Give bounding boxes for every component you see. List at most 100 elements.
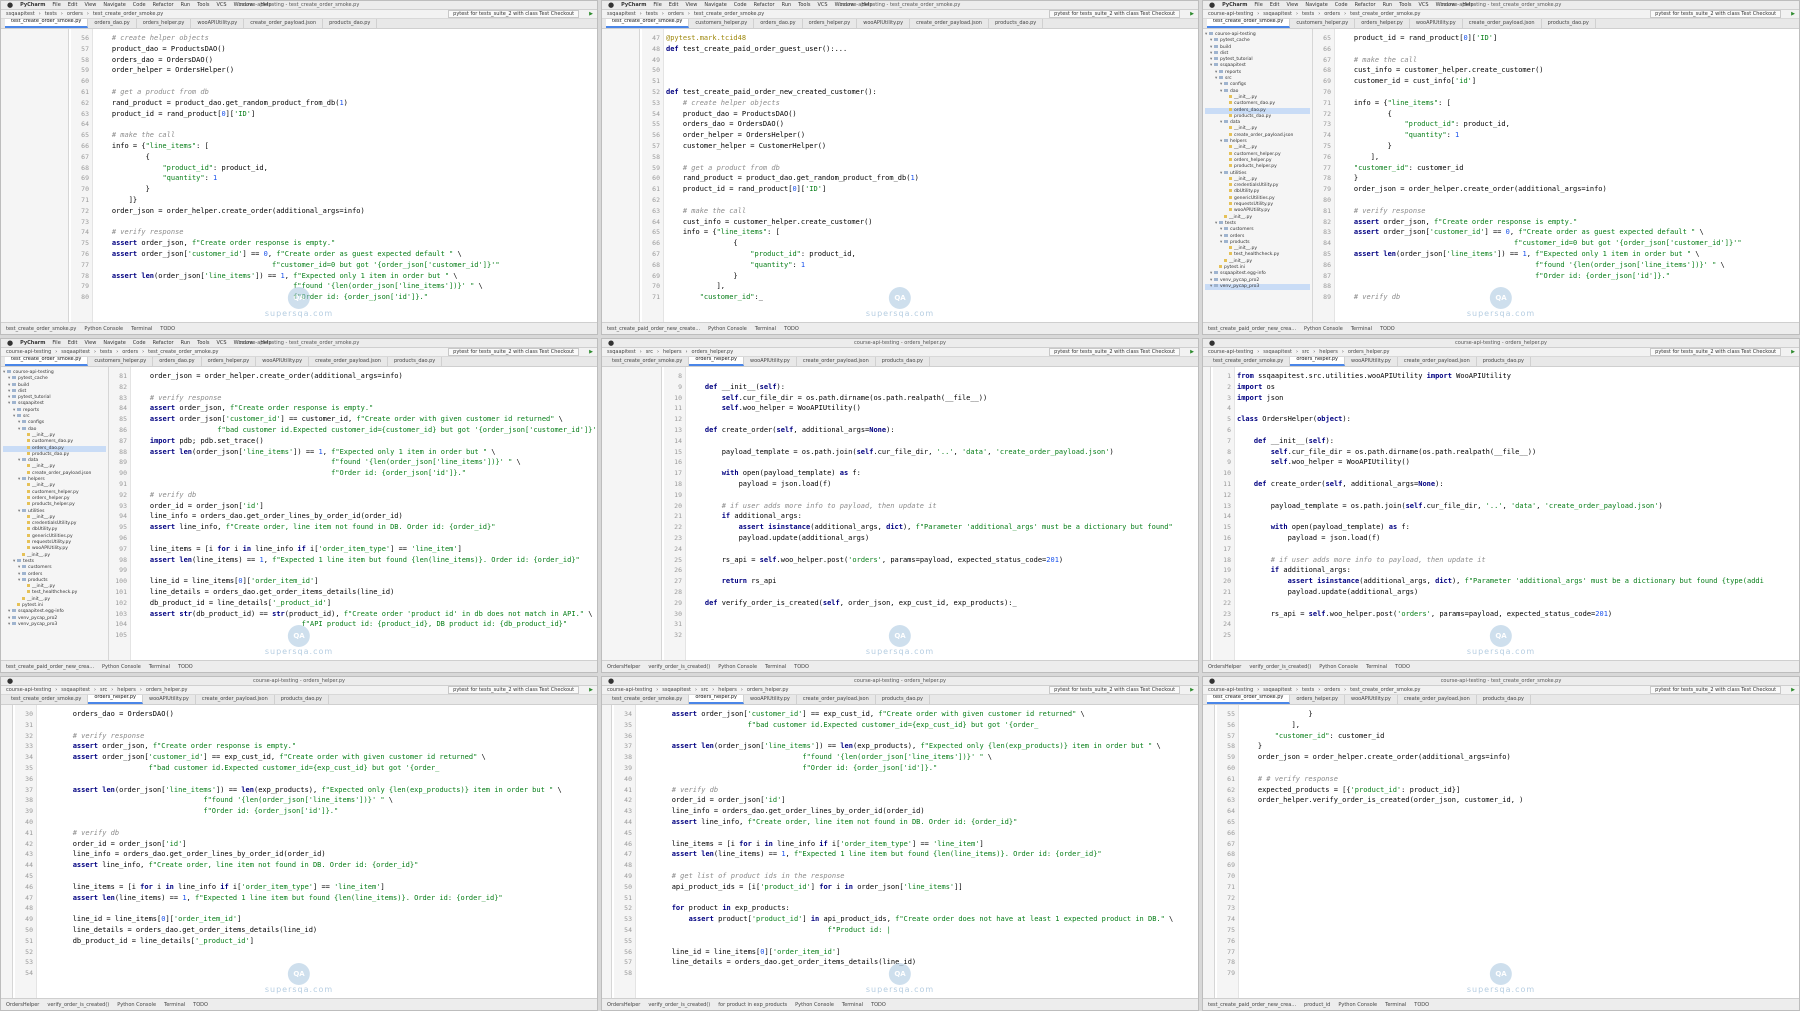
- breadcrumb-item[interactable]: tests: [1302, 11, 1314, 17]
- code-line[interactable]: line_info = orders_dao.get_order_lines_b…: [638, 806, 1198, 817]
- editor-tab[interactable]: products_dao.py: [323, 19, 378, 28]
- run-config-select[interactable]: pytest for tests_suite_2 with class Test…: [1049, 10, 1181, 18]
- code-line[interactable]: ],: [1241, 720, 1799, 731]
- status-item[interactable]: TODO: [794, 664, 809, 670]
- editor-tab[interactable]: test_create_order_smoke.py: [606, 19, 690, 28]
- code-line[interactable]: def __init__(self):: [688, 382, 1198, 393]
- menu-item[interactable]: Edit: [68, 340, 78, 346]
- code-line[interactable]: f"API product id: {product_id}, DB produ…: [133, 619, 597, 630]
- code-line[interactable]: self.cur_file_dir = os.path.dirname(os.p…: [688, 393, 1198, 404]
- run-icon[interactable]: ▶: [589, 11, 593, 17]
- status-item[interactable]: Terminal: [765, 664, 786, 670]
- breadcrumb-item[interactable]: ssqaapitest: [607, 11, 636, 17]
- run-config-select[interactable]: pytest for tests_suite_2 with class Test…: [1049, 348, 1181, 356]
- breadcrumb-item[interactable]: course-api-testing: [6, 349, 51, 355]
- breadcrumb-item[interactable]: ssqaapitest: [61, 349, 90, 355]
- status-item[interactable]: Terminal: [842, 1002, 863, 1008]
- menu-item[interactable]: Code: [734, 2, 747, 8]
- breadcrumb-item[interactable]: tests: [100, 349, 112, 355]
- apple-icon[interactable]: ●: [1209, 677, 1215, 685]
- status-item[interactable]: verify_order_is_created(): [1249, 664, 1311, 670]
- code-line[interactable]: [688, 457, 1198, 468]
- code-line[interactable]: assert len(line_items) == 1, f"Expected …: [133, 555, 597, 566]
- editor-tab[interactable]: orders_helper.py: [202, 357, 257, 366]
- code-line[interactable]: }: [95, 184, 597, 195]
- menu-item[interactable]: Navigate: [103, 2, 125, 8]
- code-line[interactable]: [1241, 882, 1799, 893]
- code-line[interactable]: {: [666, 238, 1198, 249]
- code-line[interactable]: # verify db: [39, 828, 597, 839]
- menu-item[interactable]: Navigate: [103, 340, 125, 346]
- code-line[interactable]: "quantity": 1: [95, 173, 597, 184]
- menu-item[interactable]: View: [84, 340, 96, 346]
- code-line[interactable]: # verify response: [95, 227, 597, 238]
- breadcrumb-item[interactable]: test_create_order_smoke.py: [1350, 687, 1420, 693]
- code-line[interactable]: ]}: [95, 195, 597, 206]
- code-line[interactable]: "product_id": product_id,: [95, 163, 597, 174]
- editor-tab[interactable]: wooAPIUtility.py: [143, 695, 196, 704]
- status-item[interactable]: Python Console: [708, 326, 747, 332]
- editor-tab[interactable]: wooAPIUtility.py: [744, 695, 797, 704]
- editor-tab[interactable]: test_create_order_smoke.py: [1207, 19, 1291, 28]
- code-line[interactable]: with open(payload_template) as f:: [688, 468, 1198, 479]
- code-line[interactable]: assert order_json['customer_id'] == exp_…: [638, 709, 1198, 720]
- status-item[interactable]: Terminal: [1385, 1002, 1406, 1008]
- editor-tab[interactable]: wooAPIUtility.py: [1345, 695, 1398, 704]
- editor-tab[interactable]: wooAPIUtility.py: [744, 357, 797, 366]
- code-line[interactable]: payload_template = os.path.join(self.cur…: [688, 447, 1198, 458]
- code-line[interactable]: [1237, 403, 1799, 414]
- code-line[interactable]: assert line_info, f"Create order, line i…: [638, 817, 1198, 828]
- code-line[interactable]: rs_api = self.woo_helper.post('orders', …: [688, 555, 1198, 566]
- editor-tab[interactable]: customers_helper.py: [689, 19, 755, 28]
- code-line[interactable]: assert order_json['customer_id'] == 0, f…: [95, 249, 597, 260]
- editor-tab[interactable]: create_order_payload.json: [1398, 695, 1477, 704]
- breadcrumb-item[interactable]: course-api-testing: [1208, 11, 1253, 17]
- code-line[interactable]: [39, 871, 597, 882]
- code-line[interactable]: assert len(order_json['line_items']) == …: [1337, 249, 1799, 260]
- breadcrumb-item[interactable]: ssqaapitest: [1263, 687, 1292, 693]
- code-line[interactable]: f"bad customer id.Expected customer_id={…: [39, 763, 597, 774]
- editor-tab[interactable]: products_dao.py: [1477, 695, 1532, 704]
- menu-item[interactable]: Run: [181, 340, 191, 346]
- code-line[interactable]: assert order_json['customer_id'] == cust…: [133, 414, 597, 425]
- status-item[interactable]: verify_order_is_created(): [648, 664, 710, 670]
- code-line[interactable]: orders_dao = OrdersDAO(): [666, 119, 1198, 130]
- code-line[interactable]: "quantity": 1: [666, 260, 1198, 271]
- code-line[interactable]: [666, 55, 1198, 66]
- code-line[interactable]: [1241, 936, 1799, 947]
- code-line[interactable]: line_items = [i for i in line_info if i[…: [638, 839, 1198, 850]
- code-line[interactable]: f"found '{len(order_json['line_items'])}…: [95, 281, 597, 292]
- code-line[interactable]: f"found '{len(order_json['line_items'])}…: [638, 752, 1198, 763]
- code-line[interactable]: import json: [1237, 393, 1799, 404]
- status-item[interactable]: TODO: [1395, 664, 1410, 670]
- editor-tab[interactable]: test_create_order_smoke.py: [606, 357, 690, 366]
- menu-item[interactable]: Code: [133, 340, 146, 346]
- code-line[interactable]: db_product_id = line_details['_product_i…: [133, 598, 597, 609]
- editor-tab[interactable]: test_create_order_smoke.py: [1207, 695, 1291, 704]
- menu-item[interactable]: PyCharm: [20, 340, 45, 346]
- code-line[interactable]: # # verify response: [1241, 774, 1799, 785]
- code-line[interactable]: if additional_args:: [1237, 565, 1799, 576]
- code-line[interactable]: assert len(order_json['line_items']) == …: [638, 741, 1198, 752]
- code-line[interactable]: # create helper objects: [666, 98, 1198, 109]
- editor-tab[interactable]: products_dao.py: [1542, 19, 1596, 28]
- code-editor[interactable]: assert order_json['customer_id'] == exp_…: [638, 705, 1198, 998]
- menu-item[interactable]: Refactor: [153, 340, 174, 346]
- code-line[interactable]: @pytest.mark.tcid48: [666, 33, 1198, 44]
- run-icon[interactable]: ▶: [1190, 687, 1194, 693]
- menu-item[interactable]: VCS: [217, 2, 227, 8]
- editor-tab[interactable]: test_create_order_smoke.py: [5, 695, 89, 704]
- code-line[interactable]: def test_create_paid_order_new_created_c…: [666, 87, 1198, 98]
- menu-item[interactable]: View: [1286, 2, 1298, 8]
- editor-tab[interactable]: create_order_payload.json: [797, 695, 876, 704]
- breadcrumb-item[interactable]: helpers: [718, 687, 737, 693]
- code-line[interactable]: [1237, 598, 1799, 609]
- code-line[interactable]: [95, 119, 597, 130]
- code-line[interactable]: }: [1337, 141, 1799, 152]
- code-line[interactable]: line_details = orders_dao.get_order_item…: [39, 925, 597, 936]
- code-line[interactable]: payload.update(additional_args): [688, 533, 1198, 544]
- code-editor[interactable]: # create helper objects product_dao = Pr…: [95, 29, 597, 322]
- code-line[interactable]: [95, 217, 597, 228]
- apple-icon[interactable]: ●: [1209, 1, 1215, 9]
- code-line[interactable]: f"Order id: {order_json['id']}.": [39, 806, 597, 817]
